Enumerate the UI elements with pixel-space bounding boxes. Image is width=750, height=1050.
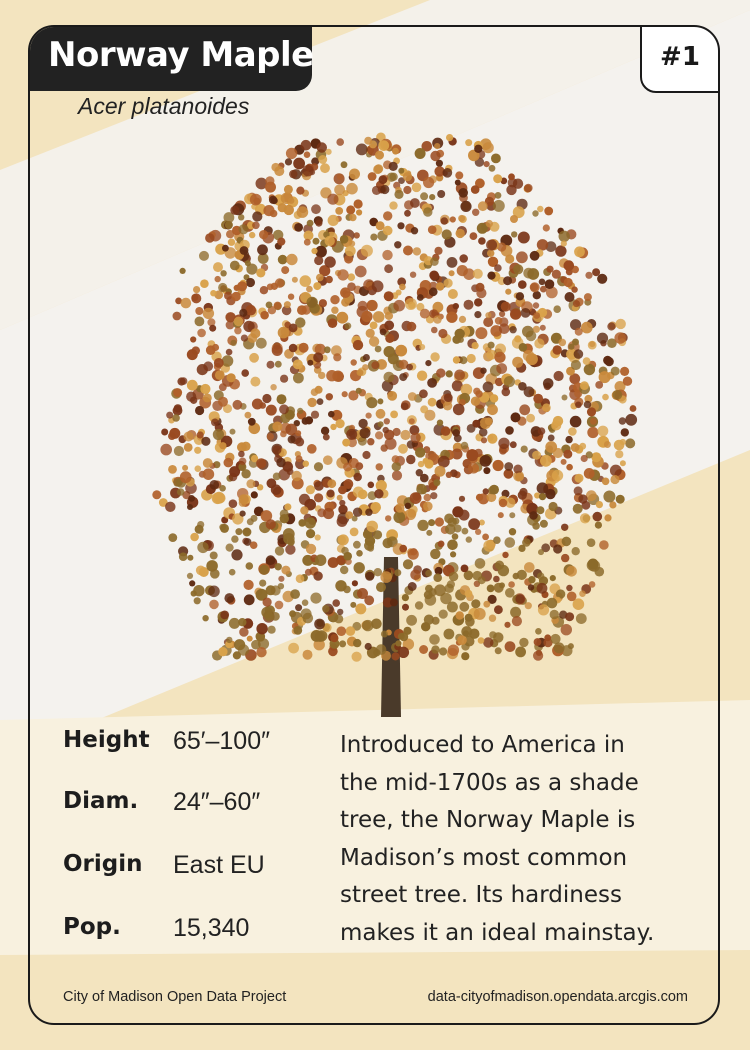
stat-label: Height: [63, 727, 150, 753]
description-line: the mid-1700s as a shade: [340, 769, 639, 796]
stat-label: Diam.: [63, 788, 139, 814]
tree-illustration: [152, 132, 638, 717]
description: Introduced to America in the mid-1700s a…: [340, 727, 690, 952]
title-tab: Norway Maple: [30, 27, 314, 91]
common-name: Norway Maple: [48, 35, 314, 75]
stat-label: Origin: [63, 851, 143, 877]
trading-card: Norway Maple #1 Acer platanoides Height …: [28, 25, 720, 1025]
stat-value: 24″–60″: [173, 788, 261, 816]
description-line: tree, the Norway Maple is: [340, 807, 636, 833]
rank-tab: #1: [640, 27, 718, 93]
description-line: Introduced to America in: [340, 732, 625, 758]
footer-link[interactable]: data-cityofmadison.opendata.arcgis.com: [428, 989, 688, 1005]
stat-value: East EU: [173, 851, 265, 879]
description-line: street tree. Its hardiness: [340, 882, 622, 908]
rank-number: #1: [660, 42, 700, 72]
stat-value: 65′–100″: [173, 727, 270, 755]
description-line: Madison’s most common: [340, 844, 628, 871]
scientific-name: Acer platanoides: [78, 93, 250, 119]
stat-label: Pop.: [63, 914, 121, 940]
stat-value: 15,340: [173, 914, 250, 942]
description-line: makes it an ideal mainstay.: [340, 919, 655, 946]
footer-credit: City of Madison Open Data Project: [63, 989, 287, 1005]
